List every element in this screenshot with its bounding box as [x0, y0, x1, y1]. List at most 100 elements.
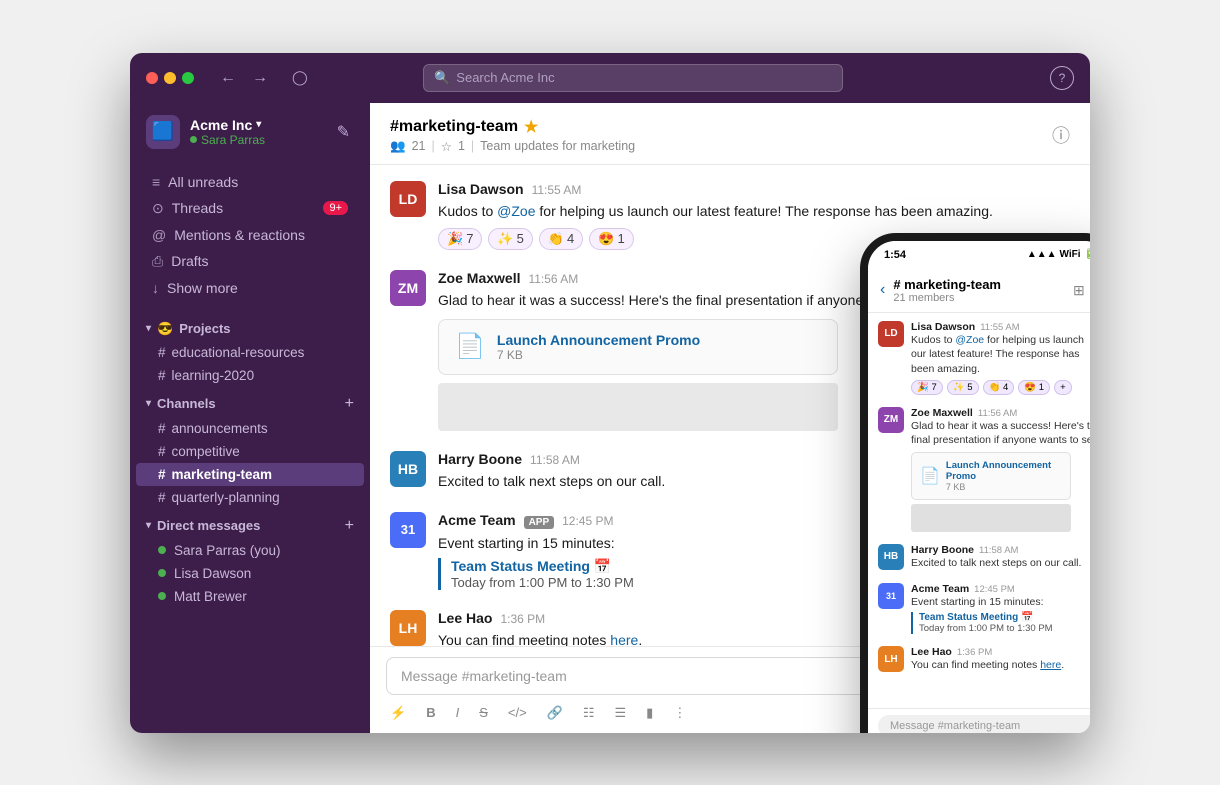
more-format-button[interactable]: ⋮: [669, 703, 690, 723]
mobile-message-content: Acme Team 12:45 PM Event starting in 15 …: [911, 583, 1090, 635]
avatar: LH: [390, 610, 426, 646]
unordered-list-button[interactable]: ☰: [611, 703, 631, 723]
block-quote-button[interactable]: ▮: [642, 703, 657, 723]
sidebar-item-all-unreads[interactable]: ≡ All unreads: [136, 169, 364, 195]
link-button[interactable]: 🔗: [543, 703, 567, 723]
show-more-item[interactable]: ↓ Show more: [136, 275, 364, 301]
channel-hash-icon: #: [158, 368, 166, 383]
back-button[interactable]: ←: [214, 65, 242, 91]
channel-hash-icon: #: [158, 345, 166, 360]
channel-item-announcements[interactable]: # announcements: [130, 417, 370, 440]
channel-hash-icon: #: [158, 490, 166, 505]
mobile-messages: LD Lisa Dawson 11:55 AM Kudos to @Zoe fo…: [868, 313, 1090, 708]
mobile-message: LH Lee Hao 1:36 PM You can find meeting …: [878, 646, 1090, 673]
channels-section-header[interactable]: ▾ Channels +: [130, 387, 370, 417]
mobile-file[interactable]: 📄 Launch Announcement Promo 7 KB: [911, 452, 1071, 500]
mobile-file-preview: [911, 504, 1071, 532]
online-dot-lisa: [158, 569, 166, 577]
dm-chevron: ▾: [146, 520, 151, 531]
sidebar: 🟦 Acme Inc ▾ Sara Parras ✎ ≡: [130, 103, 370, 733]
title-bar: ← → ◯ 🔍 ?: [130, 53, 1090, 103]
mobile-avatar: ZM: [878, 407, 904, 433]
workspace-icon: 🟦: [146, 115, 180, 149]
history-button[interactable]: ◯: [286, 65, 314, 90]
reaction-heart-eyes[interactable]: 😍 1: [589, 228, 633, 250]
close-button[interactable]: [146, 72, 158, 84]
message-header: Lisa Dawson 11:55 AM: [438, 181, 1070, 197]
mobile-channel-header: ‹ # marketing-team 21 members ⊞ ℹ: [868, 269, 1090, 313]
help-button[interactable]: ?: [1050, 66, 1074, 90]
channel-info-button[interactable]: ⓘ: [1052, 122, 1070, 148]
sidebar-item-mentions[interactable]: @ Mentions & reactions: [136, 222, 364, 248]
mobile-message-content: Harry Boone 11:58 AM Excited to talk nex…: [911, 544, 1090, 571]
mobile-avatar: LD: [878, 321, 904, 347]
show-more-icon: ↓: [152, 280, 159, 296]
file-preview: [438, 383, 838, 431]
search-icon: 🔍: [434, 70, 450, 86]
ordered-list-button[interactable]: ☷: [579, 703, 599, 723]
dm-sara[interactable]: Sara Parras (you): [130, 539, 370, 562]
dm-matt[interactable]: Matt Brewer: [130, 585, 370, 608]
members-icon: 👥: [390, 139, 406, 154]
mobile-status-bar: 1:54 ▲▲▲ WiFi 🔋: [868, 241, 1090, 269]
star-icon[interactable]: ★: [524, 117, 538, 137]
forward-button[interactable]: →: [246, 65, 274, 91]
bold-button[interactable]: B: [422, 703, 439, 722]
channel-title: #marketing-team ★: [390, 117, 635, 137]
mobile-message: 31 Acme Team 12:45 PM Event starting in …: [878, 583, 1090, 635]
workspace-info: Acme Inc ▾ Sara Parras: [190, 117, 333, 147]
drafts-icon: ⎙: [152, 253, 163, 270]
mobile-message-content: Zoe Maxwell 11:56 AM Glad to hear it was…: [911, 407, 1090, 532]
search-input[interactable]: [456, 70, 832, 85]
mobile-back-button[interactable]: ‹: [880, 281, 885, 299]
avatar: LD: [390, 181, 426, 217]
workspace-name: Acme Inc ▾: [190, 117, 333, 133]
add-channel-button[interactable]: +: [345, 395, 354, 413]
file-icon: 📄: [455, 332, 485, 361]
workspace-header[interactable]: 🟦 Acme Inc ▾ Sara Parras ✎: [130, 103, 370, 161]
attach-button[interactable]: ⚡: [386, 703, 410, 723]
avatar: HB: [390, 451, 426, 487]
channel-meta: 👥 21 | ☆ 1 | Team updates for marketing: [390, 139, 635, 154]
channel-item-educational-resources[interactable]: # educational-resources: [130, 341, 370, 364]
mobile-video-icon[interactable]: ⊞: [1073, 282, 1085, 299]
channel-item-learning-2020[interactable]: # learning-2020: [130, 364, 370, 387]
mentions-icon: @: [152, 227, 166, 243]
all-unreads-icon: ≡: [152, 174, 160, 190]
online-dot-sara: [158, 546, 166, 554]
channel-item-marketing-team[interactable]: # marketing-team: [136, 463, 364, 486]
file-info: Launch Announcement Promo 7 KB: [497, 332, 821, 362]
reaction-sparkles[interactable]: ✨ 5: [488, 228, 532, 250]
reaction-clap[interactable]: 👏 4: [539, 228, 583, 250]
code-button[interactable]: </>: [504, 703, 531, 722]
fullscreen-button[interactable]: [182, 72, 194, 84]
strikethrough-button[interactable]: S: [475, 703, 492, 722]
app-window: ← → ◯ 🔍 ? 🟦 Acme Inc ▾ Sar: [130, 53, 1090, 733]
app-badge: APP: [524, 516, 555, 529]
mobile-event: Team Status Meeting 📅 Today from 1:00 PM…: [911, 612, 1090, 634]
mobile-message-input[interactable]: Message #marketing-team: [878, 715, 1090, 733]
channel-hash-icon: #: [158, 467, 166, 482]
traffic-lights: [146, 72, 194, 84]
italic-button[interactable]: I: [452, 703, 464, 722]
search-bar[interactable]: 🔍: [423, 64, 843, 92]
compose-button[interactable]: ✎: [333, 118, 354, 146]
dm-section-header[interactable]: ▾ Direct messages +: [130, 509, 370, 539]
mention-zoe[interactable]: @Zoe: [497, 203, 535, 219]
mobile-message: ZM Zoe Maxwell 11:56 AM Glad to hear it …: [878, 407, 1090, 532]
file-attachment[interactable]: 📄 Launch Announcement Promo 7 KB: [438, 319, 838, 375]
dm-lisa[interactable]: Lisa Dawson: [130, 562, 370, 585]
sidebar-item-drafts[interactable]: ⎙ Drafts: [136, 248, 364, 275]
chat-header: #marketing-team ★ 👥 21 | ☆ 1 | Team upda…: [370, 103, 1090, 165]
channel-item-quarterly-planning[interactable]: # quarterly-planning: [130, 486, 370, 509]
channel-item-competitive[interactable]: # competitive: [130, 440, 370, 463]
here-link[interactable]: here: [610, 632, 638, 646]
threads-icon: ⊙: [152, 200, 164, 217]
channel-title-block: #marketing-team ★ 👥 21 | ☆ 1 | Team upda…: [390, 117, 635, 154]
projects-section-header[interactable]: ▾ 😎 Projects: [130, 313, 370, 341]
minimize-button[interactable]: [164, 72, 176, 84]
add-dm-button[interactable]: +: [345, 517, 354, 535]
reaction-party[interactable]: 🎉 7: [438, 228, 482, 250]
mobile-file-icon: 📄: [920, 466, 940, 486]
sidebar-item-threads[interactable]: ⊙ Threads 9+: [136, 195, 364, 222]
